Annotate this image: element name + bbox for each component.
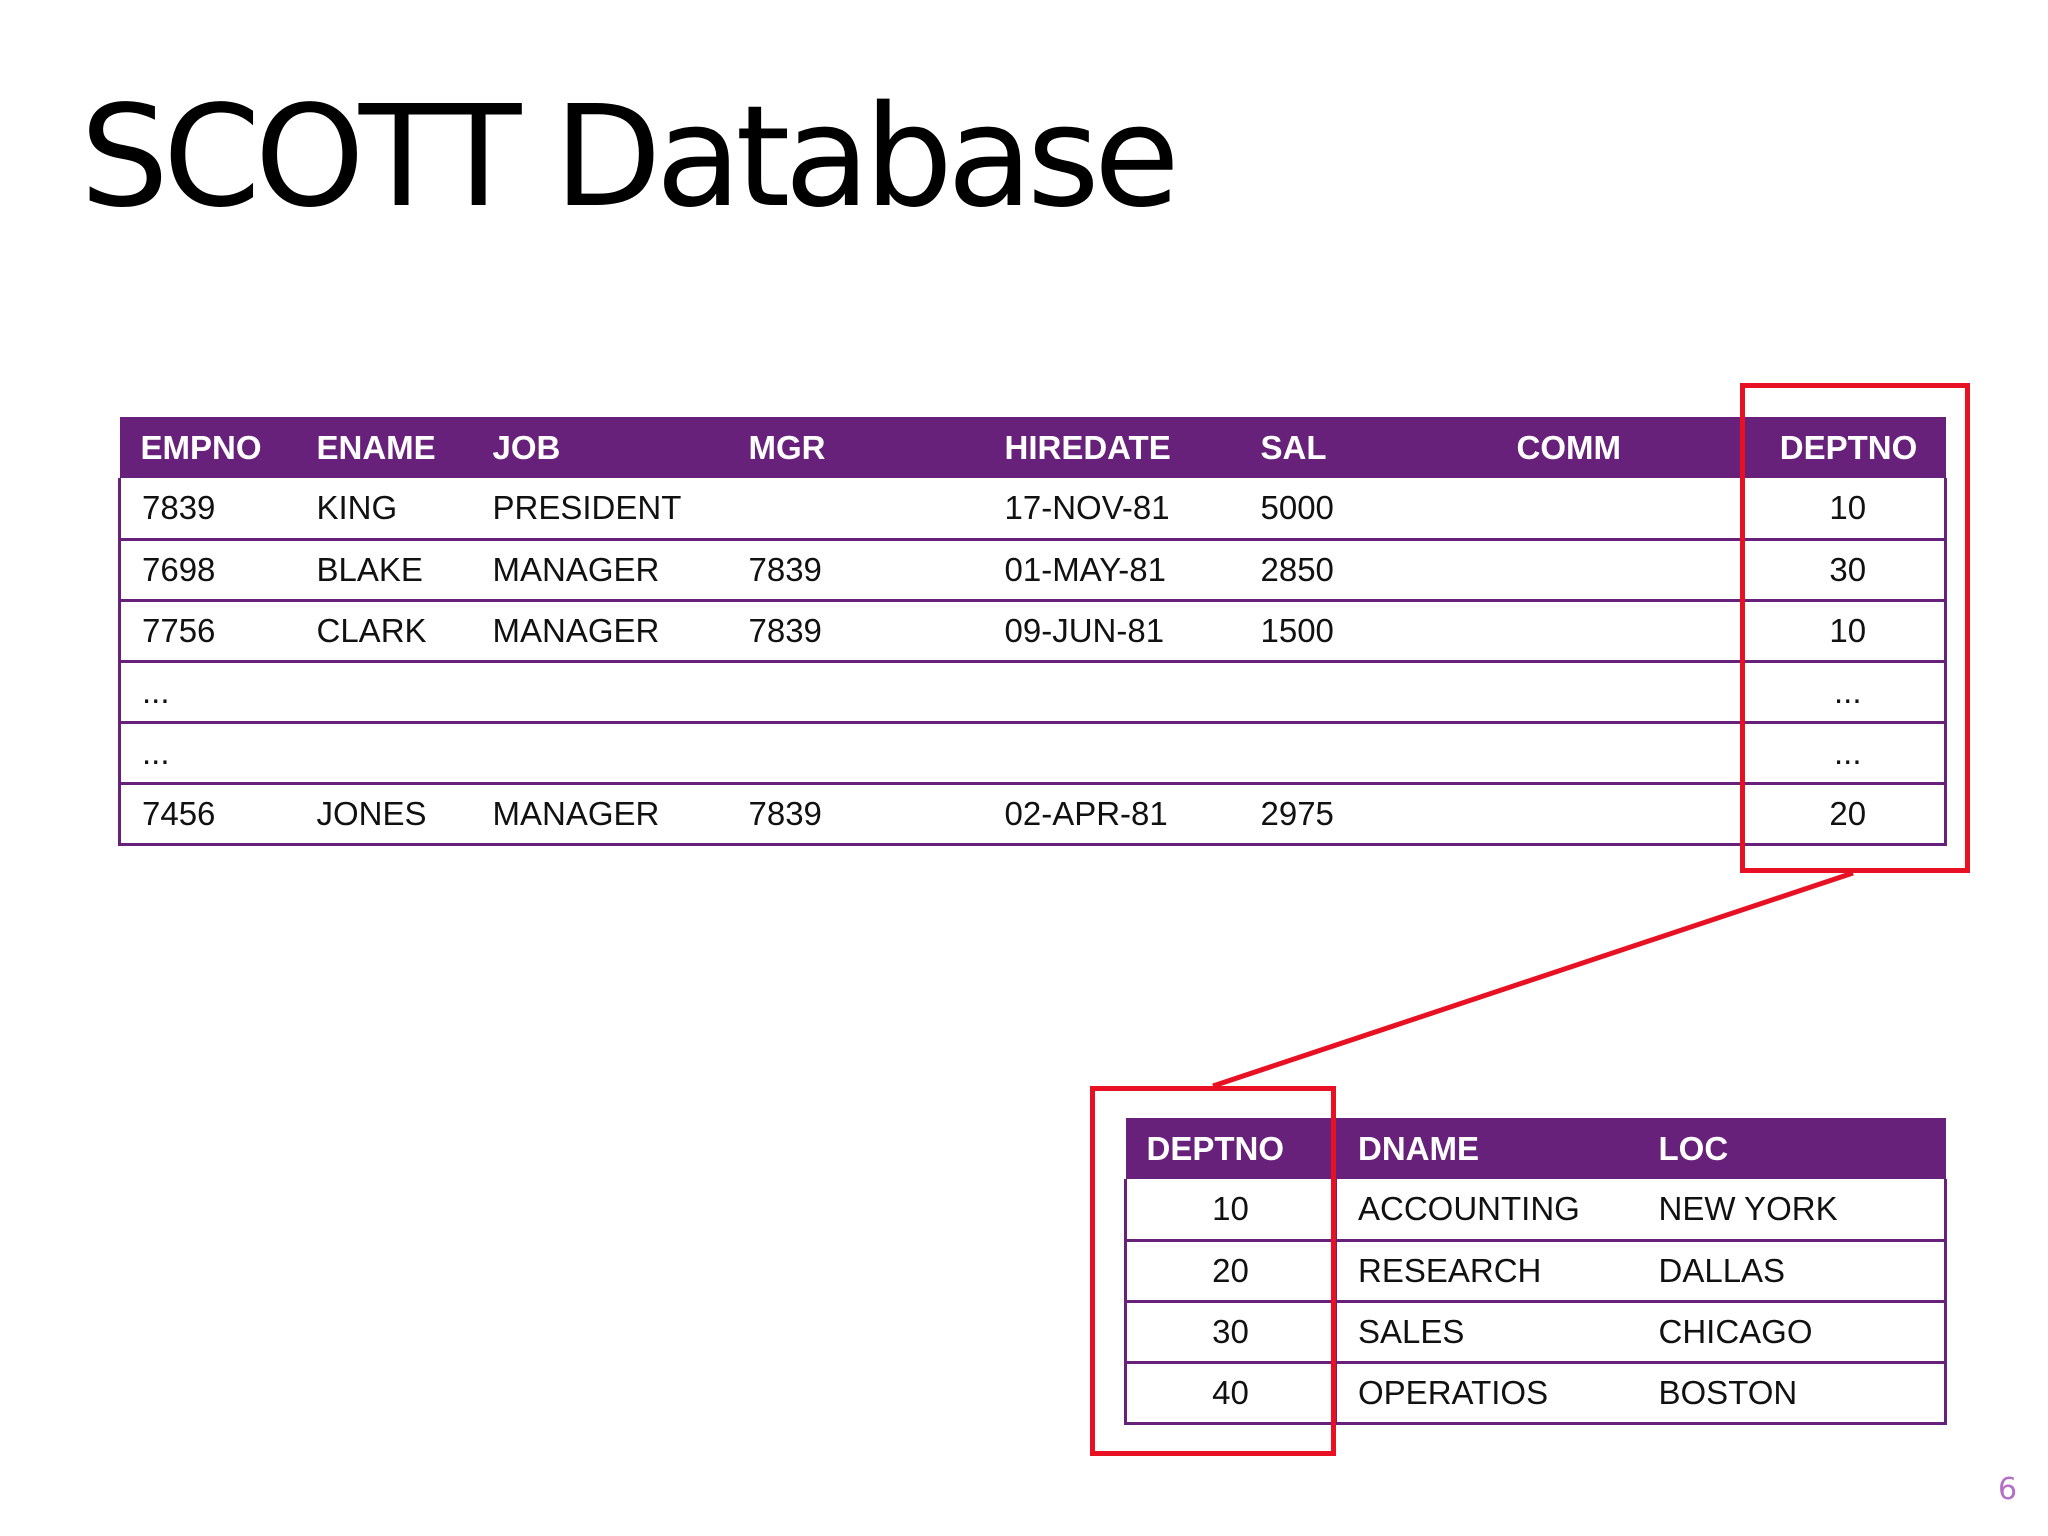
- emp-header-hiredate: HIREDATE: [983, 417, 1240, 478]
- emp-job: PRESIDENT: [471, 478, 728, 541]
- table-row: 7756 CLARK MANAGER 7839 09-JUN-81 1500 1…: [118, 600, 1947, 663]
- emp-empno: ...: [118, 661, 296, 724]
- emp-sal: 1500: [1239, 600, 1496, 663]
- emp-header-job: JOB: [471, 417, 728, 478]
- dept-header-dname: DNAME: [1335, 1118, 1638, 1179]
- connector-line: [1212, 870, 1854, 1089]
- emp-empno: 7698: [118, 539, 296, 602]
- dept-header-loc: LOC: [1637, 1118, 1946, 1179]
- dept-loc: DALLAS: [1637, 1240, 1947, 1303]
- emp-header-mgr: MGR: [727, 417, 984, 478]
- dept-loc: NEW YORK: [1637, 1179, 1947, 1242]
- emp-hiredate: 01-MAY-81: [983, 539, 1240, 602]
- emp-sal: 2850: [1239, 539, 1496, 602]
- emp-empno: 7456: [118, 783, 296, 846]
- emp-header-sal: SAL: [1239, 417, 1496, 478]
- table-row: 7698 BLAKE MANAGER 7839 01-MAY-81 2850 3…: [118, 539, 1947, 602]
- emp-empno: 7839: [118, 478, 296, 541]
- emp-hiredate: [983, 722, 1240, 785]
- emp-hiredate: 17-NOV-81: [983, 478, 1240, 541]
- emp-comm: [1495, 783, 1752, 846]
- emp-sal: [1239, 661, 1496, 724]
- emp-header-empno: EMPNO: [119, 417, 296, 478]
- emp-header-ename: ENAME: [295, 417, 472, 478]
- page-number: 6: [1998, 1472, 2018, 1507]
- emp-ename: KING: [295, 478, 472, 541]
- dept-dname: RESEARCH: [1335, 1240, 1638, 1303]
- emp-ename: BLAKE: [295, 539, 472, 602]
- dept-loc: BOSTON: [1637, 1362, 1947, 1425]
- slide-title: SCOTT Database: [80, 76, 1180, 239]
- dept-dname: OPERATIOS: [1335, 1362, 1638, 1425]
- emp-sal: 5000: [1239, 478, 1496, 541]
- emp-ename: CLARK: [295, 600, 472, 663]
- emp-hiredate: [983, 661, 1240, 724]
- emp-sal: 2975: [1239, 783, 1496, 846]
- emp-job: [471, 661, 728, 724]
- emp-deptno-highlight: [1740, 383, 1970, 873]
- dept-deptno-highlight: [1090, 1086, 1336, 1456]
- emp-comm: [1495, 478, 1752, 541]
- emp-mgr: 7839: [727, 539, 984, 602]
- emp-hiredate: 02-APR-81: [983, 783, 1240, 846]
- emp-empno: 7756: [118, 600, 296, 663]
- table-row: 7456 JONES MANAGER 7839 02-APR-81 2975 2…: [118, 783, 1947, 846]
- emp-header-row: EMPNO ENAME JOB MGR HIREDATE SAL COMM DE…: [119, 417, 1946, 478]
- emp-mgr: [727, 661, 984, 724]
- emp-job: MANAGER: [471, 539, 728, 602]
- emp-job: MANAGER: [471, 600, 728, 663]
- emp-mgr: 7839: [727, 783, 984, 846]
- table-row: 7839 KING PRESIDENT 17-NOV-81 5000 10: [118, 478, 1947, 541]
- emp-comm: [1495, 661, 1752, 724]
- emp-comm: [1495, 539, 1752, 602]
- emp-job: MANAGER: [471, 783, 728, 846]
- emp-table: EMPNO ENAME JOB MGR HIREDATE SAL COMM DE…: [118, 417, 1947, 846]
- emp-mgr: [727, 722, 984, 785]
- dept-dname: ACCOUNTING: [1335, 1179, 1638, 1242]
- emp-job: [471, 722, 728, 785]
- table-row: ... ...: [118, 722, 1947, 785]
- emp-mgr: 7839: [727, 600, 984, 663]
- emp-ename: [295, 722, 472, 785]
- emp-comm: [1495, 722, 1752, 785]
- emp-hiredate: 09-JUN-81: [983, 600, 1240, 663]
- emp-sal: [1239, 722, 1496, 785]
- dept-loc: CHICAGO: [1637, 1301, 1947, 1364]
- emp-ename: [295, 661, 472, 724]
- emp-comm: [1495, 600, 1752, 663]
- dept-dname: SALES: [1335, 1301, 1638, 1364]
- emp-header-comm: COMM: [1495, 417, 1752, 478]
- emp-empno: ...: [118, 722, 296, 785]
- table-row: ... ...: [118, 661, 1947, 724]
- emp-mgr: [727, 478, 984, 541]
- emp-ename: JONES: [295, 783, 472, 846]
